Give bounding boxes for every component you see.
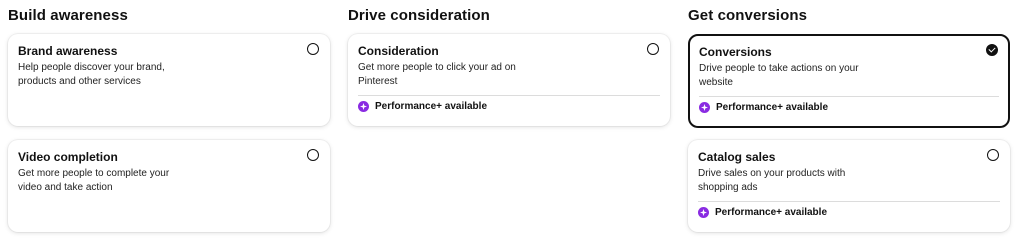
card-title: Video completion <box>18 150 118 164</box>
badge-label: Performance+ available <box>716 102 829 113</box>
badge-label: Performance+ available <box>375 101 488 112</box>
radio-icon[interactable] <box>987 149 999 161</box>
checkmark-icon[interactable] <box>986 44 998 56</box>
sparkle-icon <box>698 207 709 218</box>
card-title: Conversions <box>699 45 772 59</box>
column-title: Get conversions <box>688 7 808 24</box>
objective-card-brand-awareness[interactable]: Brand awareness Help people discover you… <box>8 34 330 126</box>
performance-plus-badge: Performance+ available <box>358 101 487 112</box>
divider <box>358 95 660 96</box>
objective-card-video-completion[interactable]: Video completion Get more people to comp… <box>8 140 330 232</box>
sparkle-icon <box>699 102 710 113</box>
column-title: Build awareness <box>8 7 128 24</box>
card-description: Drive people to take actions on your web… <box>699 63 859 88</box>
card-description: Get more people to click your ad on Pint… <box>358 62 516 87</box>
performance-plus-badge: Performance+ available <box>699 102 828 113</box>
radio-icon[interactable] <box>307 149 319 161</box>
objective-card-consideration[interactable]: Consideration Get more people to click y… <box>348 34 670 126</box>
card-title: Brand awareness <box>18 44 118 58</box>
radio-icon[interactable] <box>647 43 659 55</box>
column-title: Drive consideration <box>348 7 490 24</box>
divider <box>698 201 1000 202</box>
card-description: Drive sales on your products with shoppi… <box>698 168 846 193</box>
objective-card-catalog-sales[interactable]: Catalog sales Drive sales on your produc… <box>688 140 1010 232</box>
objective-card-conversions[interactable]: Conversions Drive people to take actions… <box>688 34 1010 128</box>
sparkle-icon <box>358 101 369 112</box>
badge-label: Performance+ available <box>715 207 828 218</box>
card-title: Catalog sales <box>698 150 776 164</box>
card-title: Consideration <box>358 44 439 58</box>
performance-plus-badge: Performance+ available <box>698 207 827 218</box>
card-description: Get more people to complete your video a… <box>18 168 170 193</box>
divider <box>699 96 999 97</box>
card-description: Help people discover your brand, product… <box>18 62 165 87</box>
radio-icon[interactable] <box>307 43 319 55</box>
